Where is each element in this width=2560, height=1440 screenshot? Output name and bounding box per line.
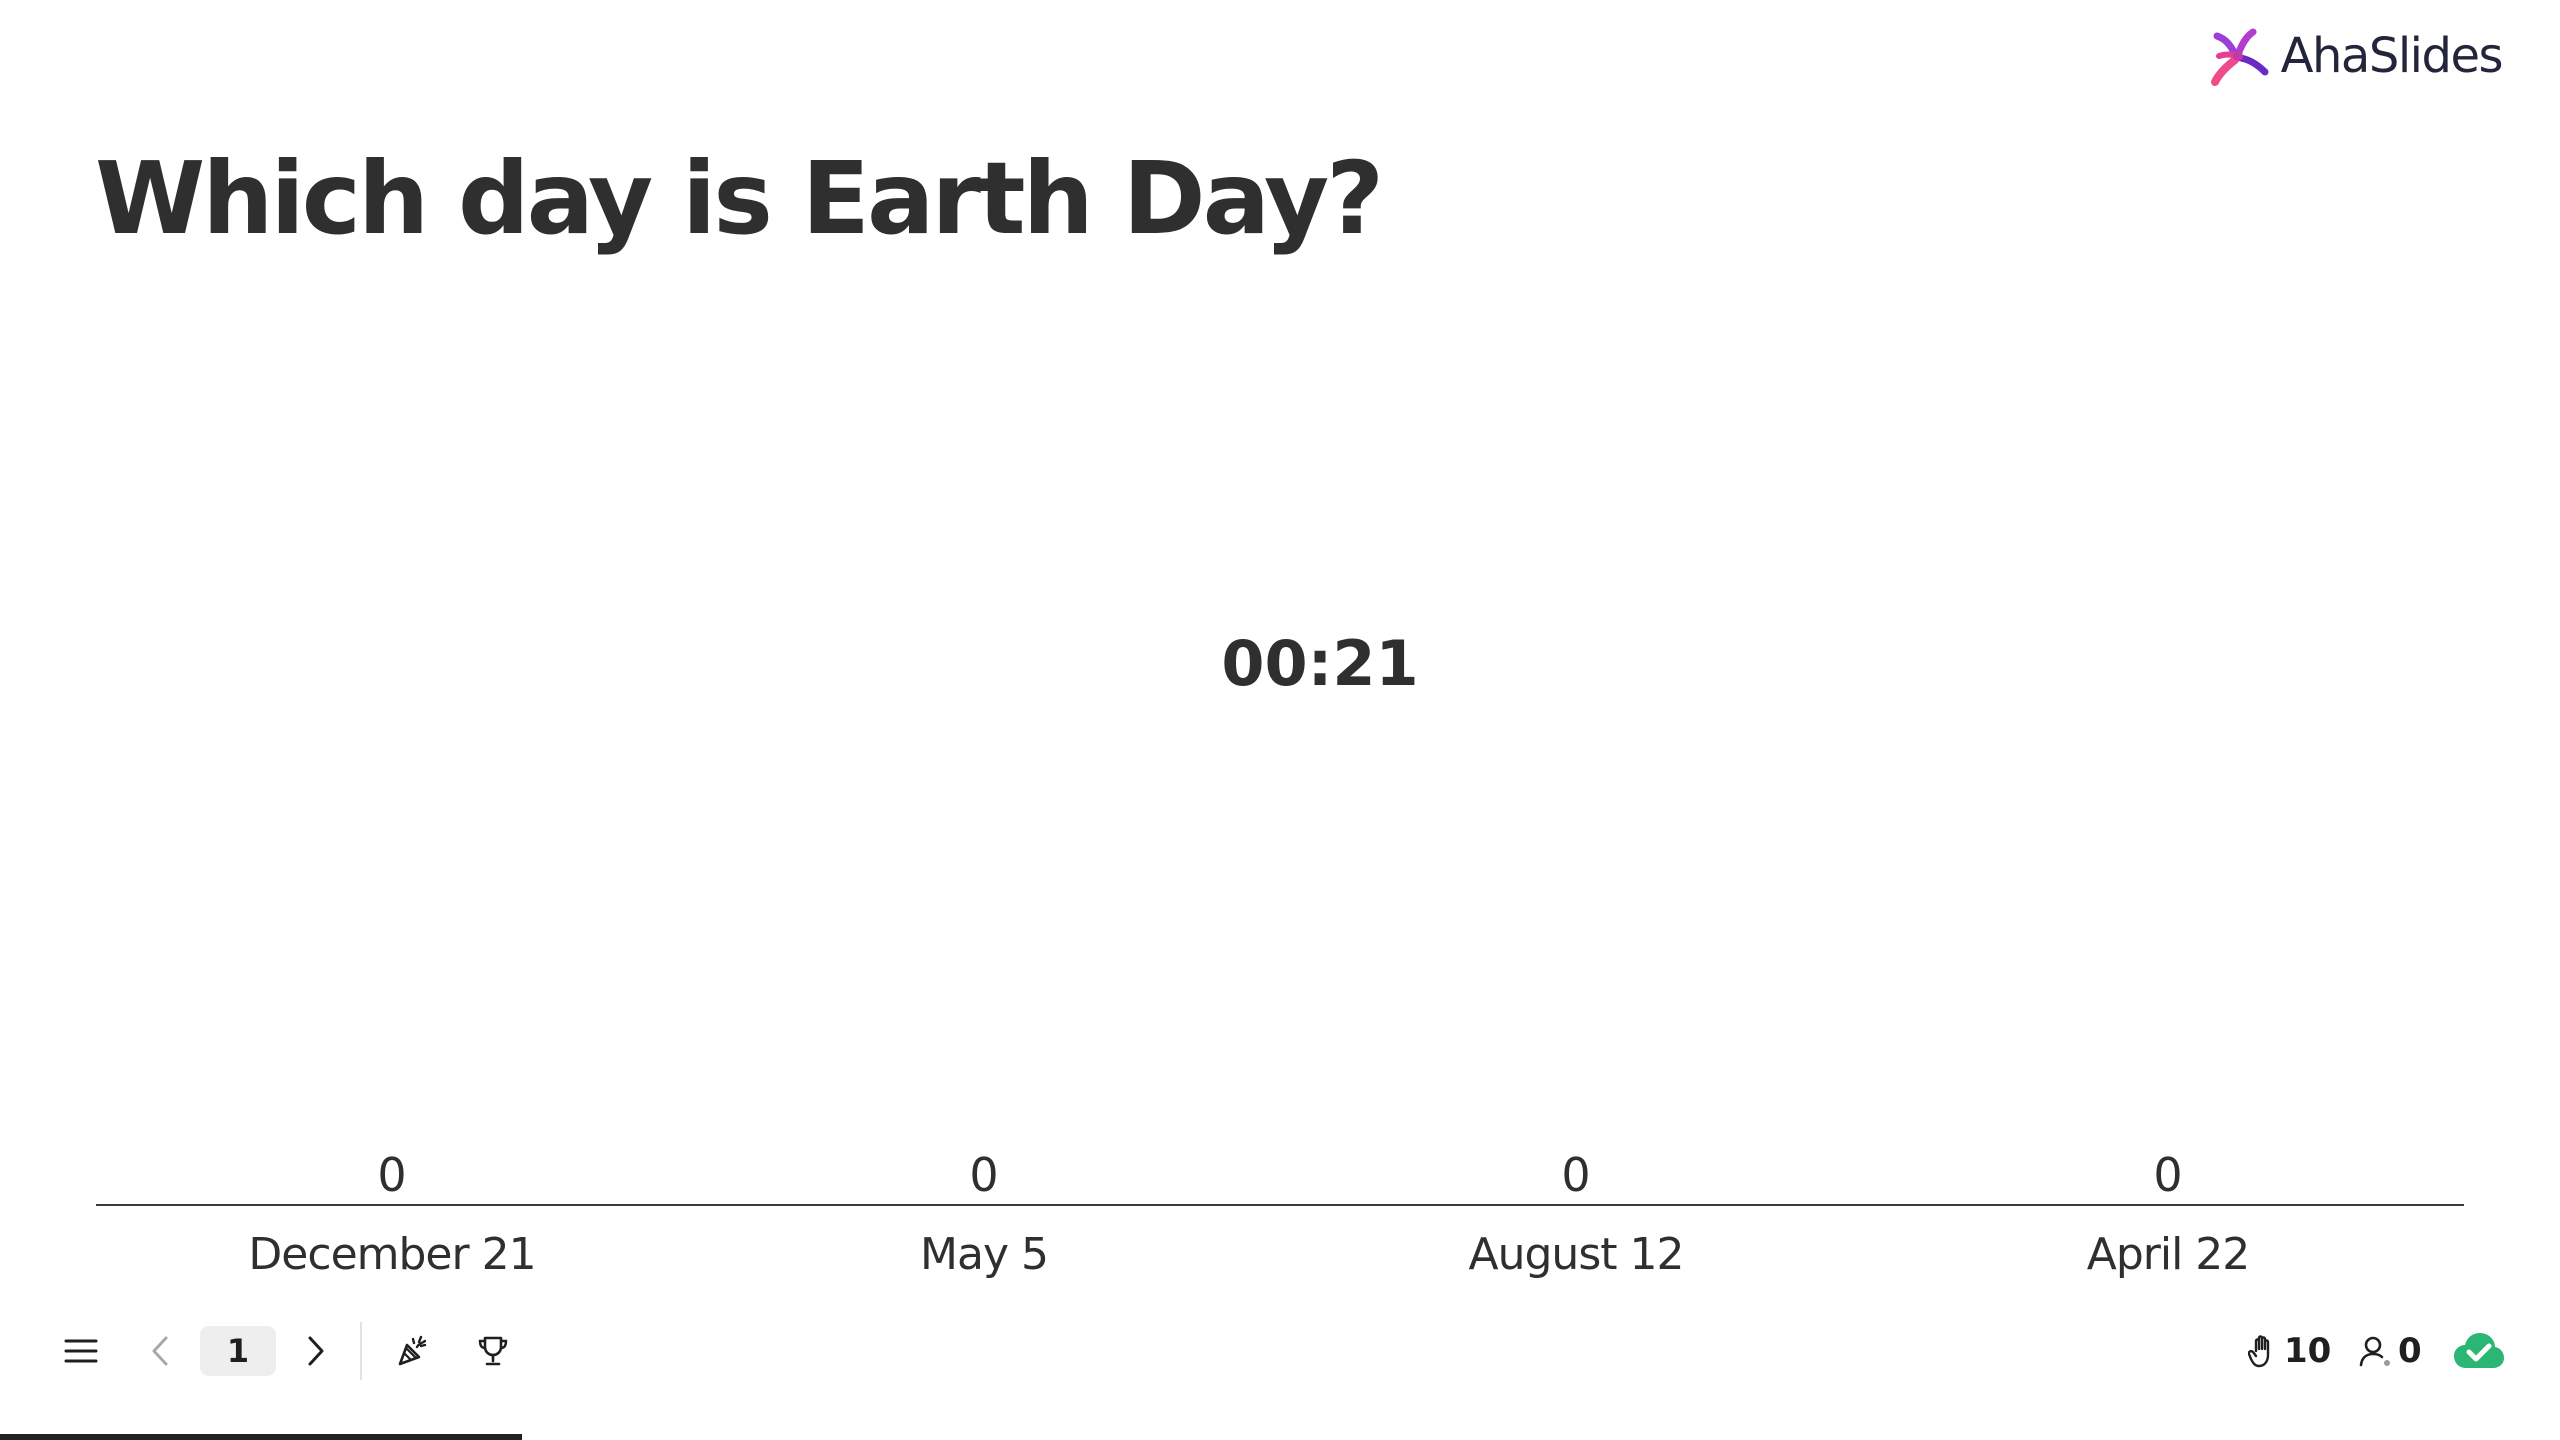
reactions-count: 10 [2284, 1331, 2332, 1371]
raised-hand-icon [2248, 1335, 2270, 1368]
next-slide-button[interactable] [296, 1328, 336, 1374]
answer-count-label: 0 [1561, 1148, 1590, 1202]
participants-counter[interactable]: 0 [2358, 1328, 2422, 1374]
answer-option-label: August 12 [1469, 1229, 1684, 1280]
toolbar-divider [360, 1322, 362, 1380]
hamburger-menu-icon [64, 1339, 98, 1363]
chevron-right-icon [308, 1336, 324, 1366]
cloud-sync-check-icon [2454, 1333, 2504, 1368]
presenter-toolbar: 1 10 0 [0, 1320, 2560, 1382]
answer-count-label: 0 [969, 1148, 998, 1202]
slide-progress-fill [0, 1434, 523, 1440]
answer-option-label: April 22 [2087, 1229, 2250, 1280]
previous-slide-button[interactable] [140, 1328, 180, 1374]
answer-option-label: December 21 [248, 1229, 535, 1280]
user-icon [2359, 1336, 2390, 1367]
chevron-left-icon [152, 1336, 168, 1366]
celebrate-button[interactable] [390, 1328, 436, 1374]
reactions-counter[interactable]: 10 [2248, 1328, 2331, 1374]
answer-count-label: 0 [2153, 1148, 2182, 1202]
participants-count: 0 [2398, 1331, 2422, 1371]
page-number[interactable]: 1 [200, 1326, 276, 1376]
answer-count-label: 0 [377, 1148, 406, 1202]
results-bar-chart: 0 December 21 0 May 5 0 August 12 0 April 22 [96, 1148, 2464, 1280]
menu-button[interactable] [58, 1328, 104, 1374]
leaderboard-button[interactable] [470, 1328, 516, 1374]
slide-progress-bar [0, 1434, 2560, 1440]
trophy-icon [478, 1336, 508, 1366]
answer-option-label: May 5 [920, 1229, 1048, 1280]
party-popper-icon [398, 1335, 427, 1366]
